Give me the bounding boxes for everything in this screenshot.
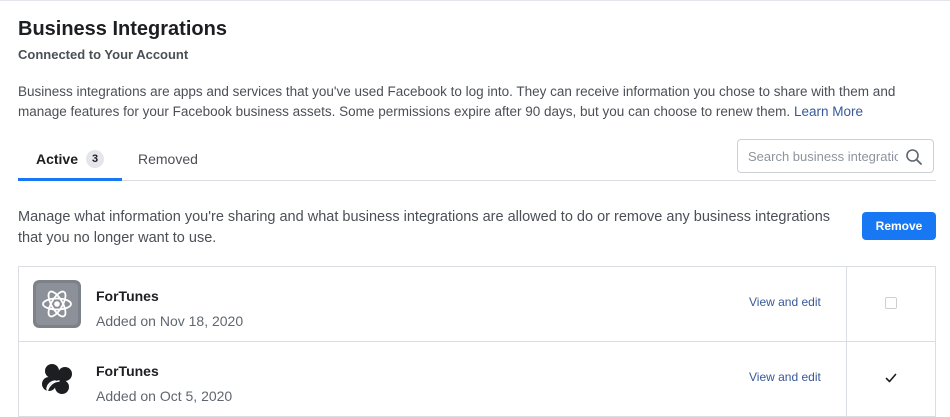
- select-checkbox[interactable]: [885, 372, 897, 384]
- learn-more-link[interactable]: Learn More: [794, 104, 863, 119]
- clover-icon: [42, 364, 72, 394]
- active-count-badge: 3: [86, 150, 105, 168]
- table-row: ForTunes Added on Nov 18, 2020 View and …: [19, 267, 935, 342]
- integrations-table: ForTunes Added on Nov 18, 2020 View and …: [18, 266, 936, 417]
- atom-icon: [33, 280, 81, 328]
- search-icon[interactable]: [905, 148, 923, 166]
- view-and-edit-link[interactable]: View and edit: [749, 295, 821, 309]
- tab-active[interactable]: Active 3: [18, 140, 122, 181]
- app-name: ForTunes: [96, 288, 159, 304]
- added-date: Added on Oct 5, 2020: [96, 388, 233, 404]
- app-name: ForTunes: [96, 363, 159, 379]
- column-divider: [846, 267, 847, 341]
- page-subtitle: Connected to Your Account: [18, 47, 189, 62]
- remove-button[interactable]: Remove: [862, 212, 936, 240]
- page-description: Business integrations are apps and servi…: [18, 82, 918, 122]
- search-input[interactable]: [748, 140, 898, 172]
- manage-description: Manage what information you're sharing a…: [18, 209, 831, 246]
- column-divider: [846, 342, 847, 416]
- view-and-edit-link[interactable]: View and edit: [749, 370, 821, 384]
- tab-removed-label: Removed: [138, 151, 198, 167]
- description-text: Business integrations are apps and servi…: [18, 84, 896, 119]
- tab-removed[interactable]: Removed: [138, 140, 198, 178]
- tab-active-label: Active: [35, 151, 79, 167]
- select-checkbox[interactable]: [885, 297, 897, 309]
- page-title: Business Integrations: [18, 18, 227, 40]
- table-row: ForTunes Added on Oct 5, 2020 View and e…: [19, 342, 935, 417]
- added-date: Added on Nov 18, 2020: [96, 313, 244, 329]
- top-divider: [0, 0, 950, 1]
- search-box: [737, 139, 934, 173]
